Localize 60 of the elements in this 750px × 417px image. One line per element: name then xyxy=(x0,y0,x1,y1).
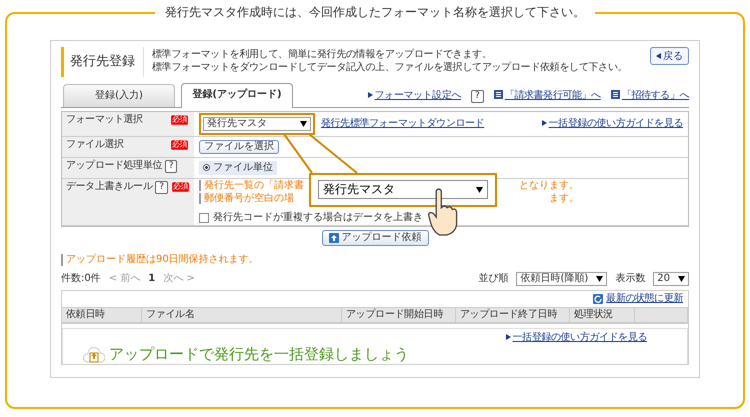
caret-icon xyxy=(300,120,307,127)
format-select[interactable]: 発行先マスタ xyxy=(203,116,311,131)
column-header: 処理状況 xyxy=(570,308,635,322)
sort-select[interactable]: 依頼日時(降順) xyxy=(516,272,608,286)
triangle-icon xyxy=(368,92,373,98)
page-title: 発行先登録 xyxy=(61,47,144,77)
sort-label: 並び順 xyxy=(478,272,508,285)
column-header: 依頼日時 xyxy=(62,308,142,322)
warning-text: となります。 xyxy=(519,180,579,191)
triangle-icon xyxy=(542,120,547,126)
format-settings-link[interactable]: フォーマット設定へ xyxy=(368,90,461,102)
choose-file-button[interactable]: ファイルを選択 xyxy=(199,140,279,154)
field-label: データ上書きルール ? xyxy=(66,180,168,194)
guide-link[interactable]: 一括登録の使い方ガイドを見る xyxy=(506,332,647,344)
help-icon[interactable]: ? xyxy=(155,180,168,194)
field-label: ファイル選択 xyxy=(66,138,125,151)
radio-option[interactable]: ファイル単位 xyxy=(199,160,277,175)
caption: 発行先マスタ作成時には、今回作成したフォーマット名称を選択して下さい。 xyxy=(155,5,595,20)
empty-state-headline: アップロードで発行先を一括登録しましょう xyxy=(109,344,409,363)
help-icon[interactable]: ? xyxy=(164,160,178,173)
checkbox[interactable] xyxy=(199,212,209,223)
warning-text: 発行先一覧の「請求書 xyxy=(204,180,304,191)
caret-icon xyxy=(678,276,685,282)
upload-button[interactable]: アップロード依頼 xyxy=(322,230,428,246)
column-header: アップロード終了日時 xyxy=(456,308,570,322)
tab[interactable]: 登録(入力) xyxy=(63,84,175,107)
description-text: 標準フォーマットをダウンロードしてデータ記入の上、ファイルを選択してアップロード依頼をして下さい。 xyxy=(152,62,628,74)
guide-link[interactable]: 一括登録の使い方ガイドを見る xyxy=(542,118,683,130)
history-note: アップロード履歴は90日間保持されます。 xyxy=(61,254,689,266)
required-badge: 必須 xyxy=(170,140,188,150)
nav-link[interactable]: 「請求書発行可能」へ xyxy=(494,90,601,102)
triangle-icon xyxy=(506,334,511,340)
upload-icon xyxy=(328,232,338,243)
per-page-select[interactable]: 20 xyxy=(653,272,689,286)
list-icon xyxy=(494,90,503,100)
checkbox-label: 発行先コードが重複する場合はデータを上書き xyxy=(213,212,423,224)
caret-icon xyxy=(596,276,604,282)
field-label: フォーマット選択 xyxy=(66,114,144,126)
field-label: アップロード処理単位 ? xyxy=(66,160,190,173)
column-header: ファイル名 xyxy=(142,308,342,322)
triangle-icon xyxy=(656,53,661,59)
download-link[interactable]: 発行先標準フォーマットダウンロード xyxy=(321,118,484,130)
help-icon[interactable]: ? xyxy=(471,90,484,103)
back-button[interactable]: 戻る xyxy=(650,47,689,65)
required-badge: 必須 xyxy=(170,114,188,124)
per-page-label: 表示数 xyxy=(615,272,646,285)
column-header: アップロード開始日時 xyxy=(342,308,456,322)
description-text: 標準フォーマットを利用して、簡単に発行先の情報をアップロードできます。 xyxy=(152,49,493,62)
required-badge: 必須 xyxy=(172,182,189,192)
nav-link[interactable]: 「招待する」へ xyxy=(610,90,689,102)
list-icon xyxy=(610,90,620,100)
warning-text: ます。 xyxy=(549,192,579,204)
caret-icon xyxy=(476,186,483,193)
result-count: 件数:0件 xyxy=(61,272,101,285)
warning-text: 郵便番号が空白の場 xyxy=(204,192,294,204)
refresh-link[interactable]: 最新の状態に更新 xyxy=(606,292,683,305)
page-number[interactable]: 1 xyxy=(148,272,156,285)
pointing-hand-icon xyxy=(426,186,460,237)
tab[interactable]: 登録(アップロード) xyxy=(181,82,293,108)
refresh-icon[interactable] xyxy=(593,294,604,304)
